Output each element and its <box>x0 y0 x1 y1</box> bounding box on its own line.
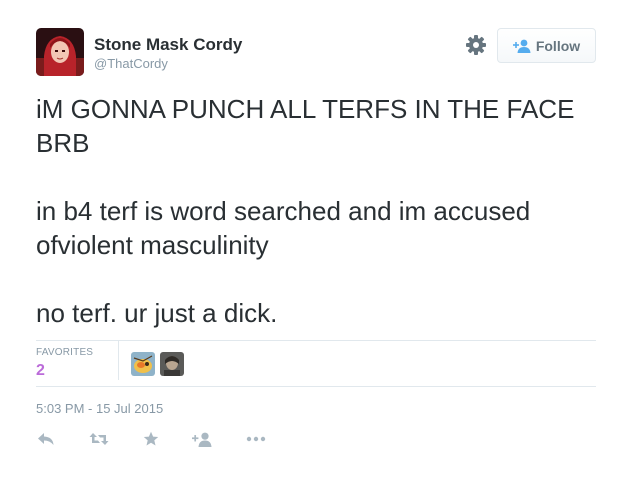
follow-button[interactable]: Follow <box>497 28 596 63</box>
more-icon[interactable] <box>246 429 266 449</box>
tweet-card: Stone Mask Cordy @ThatCordy Follow iM GO… <box>0 0 630 481</box>
stats-separator <box>118 341 119 380</box>
add-user-icon <box>512 39 531 53</box>
display-name[interactable]: Stone Mask Cordy <box>94 35 242 55</box>
username-handle[interactable]: @ThatCordy <box>94 56 168 72</box>
tweet-text: iM GONNA PUNCH ALL TERFS IN THE FACE BRB… <box>36 94 575 328</box>
timestamp[interactable]: 5:03 PM - 15 Jul 2015 <box>36 401 163 417</box>
follow-button-label: Follow <box>535 37 581 54</box>
favoriter-avatar[interactable] <box>160 352 184 376</box>
favorites-count[interactable]: 2 <box>36 361 45 381</box>
divider-top <box>36 340 596 341</box>
favorites-label[interactable]: FAVORITES <box>36 347 93 359</box>
add-user-icon[interactable] <box>192 429 212 449</box>
divider-bottom <box>36 386 596 387</box>
gear-icon[interactable] <box>465 34 487 56</box>
avatar[interactable] <box>36 28 84 76</box>
favoriter-avatar[interactable] <box>131 352 155 376</box>
retweet-icon[interactable] <box>89 429 109 449</box>
star-icon[interactable] <box>143 429 159 449</box>
reply-icon[interactable] <box>37 429 55 449</box>
